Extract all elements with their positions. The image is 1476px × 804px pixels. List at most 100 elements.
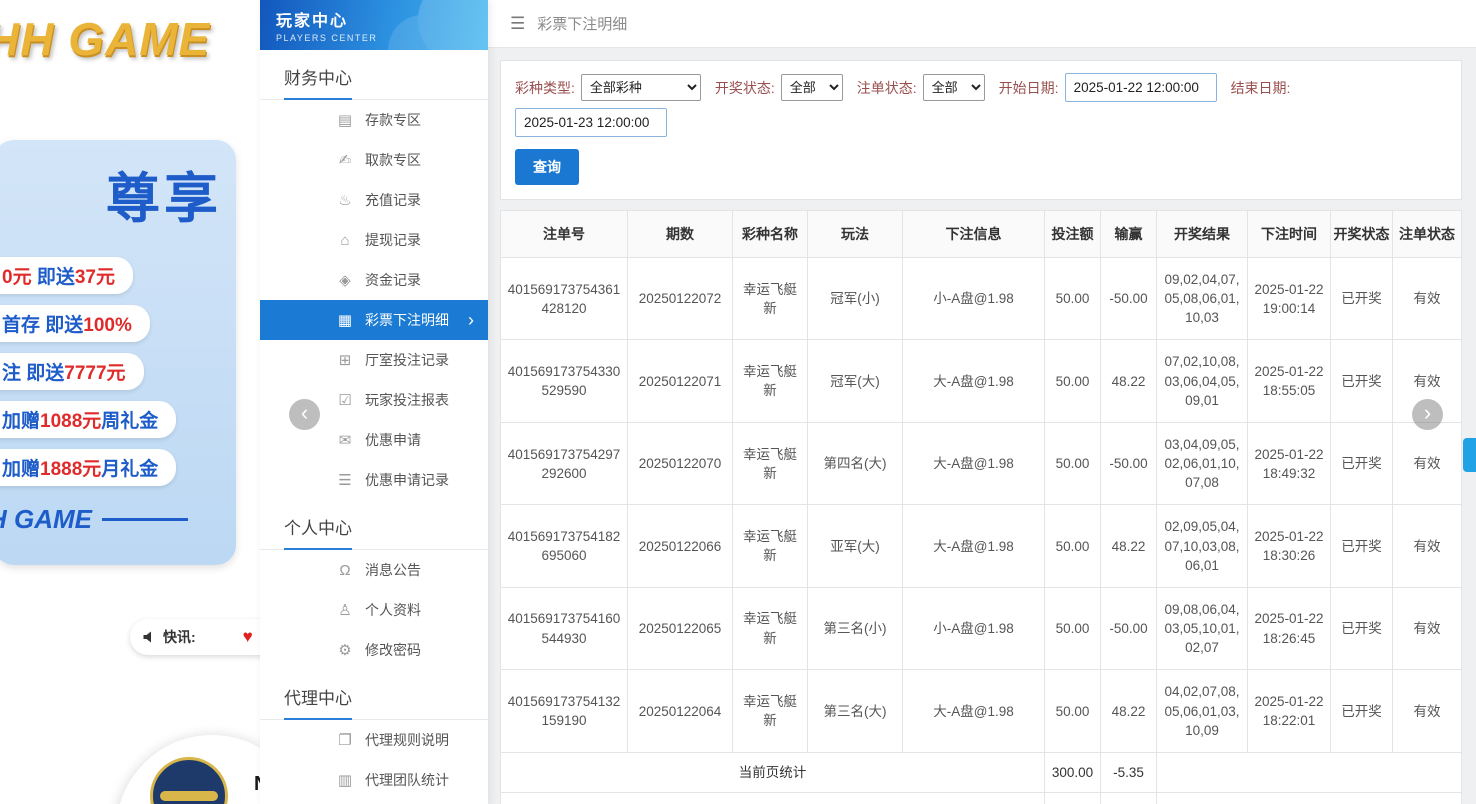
draw-status-label: 开奖状态: — [714, 79, 775, 96]
sidebar-item-hall-bet-record[interactable]: ⊞ 厅室投注记录 — [260, 340, 488, 380]
cell-draw_status: 已开奖 — [1330, 669, 1393, 753]
sidebar-item-label: 代理团队统计 — [365, 772, 449, 788]
lottery-type-select[interactable]: 全部彩种 — [580, 74, 701, 101]
summary-winloss: -5.35 — [1100, 791, 1157, 804]
cell-info: 小-A盘@1.98 — [902, 256, 1045, 341]
cell-time: 2025-01-22 18:26:45 — [1247, 586, 1331, 671]
cell-period: 20250122066 — [627, 504, 733, 588]
column-header: 开奖状态 — [1330, 210, 1393, 258]
change-password-icon: ⚙ — [338, 642, 352, 659]
sidebar-item-change-password[interactable]: ⚙ 修改密码 — [260, 630, 488, 670]
cell-period: 20250122071 — [627, 339, 733, 423]
cell-lottery: 幸运飞艇新 — [732, 669, 808, 753]
sidebar-item-message-announcement[interactable]: Ω 消息公告 — [260, 550, 488, 590]
cell-bet_no: 401569173754182695060 — [500, 504, 628, 588]
cell-time: 2025-01-22 18:49:32 — [1247, 421, 1331, 506]
site-logo: HH GAME — [0, 13, 211, 65]
promo-pill: 注 即送7777元 — [0, 353, 144, 390]
recharge-record-icon: ♨ — [338, 192, 352, 209]
summary-winloss: -5.35 — [1100, 751, 1157, 793]
sidebar-item-label: 个人资料 — [365, 602, 421, 618]
column-header: 下注信息 — [902, 210, 1045, 258]
cell-bet_status: 有效 — [1392, 504, 1462, 588]
agent-team-stats-icon: ▥ — [337, 772, 353, 789]
sidebar-item-recharge-record[interactable]: ♨ 充值记录 — [260, 180, 488, 220]
team-logo-icon — [150, 757, 228, 804]
sidebar-subtitle: PLAYERS CENTER — [276, 33, 378, 43]
cell-lottery: 幸运飞艇新 — [732, 256, 808, 341]
end-date-input[interactable] — [515, 108, 667, 137]
agent-rules-icon: ❐ — [338, 732, 352, 749]
sidebar-section-title: 代理中心 — [260, 670, 488, 720]
promo-pill-list: 0元 即送37元 首存 即送100% 注 即送7777元 加赠1088元周礼金 加赠18… — [0, 257, 236, 486]
lottery-type-label: 彩种类型: — [515, 79, 575, 96]
cell-winloss: 48.22 — [1100, 339, 1157, 423]
cell-period: 20250122065 — [627, 586, 733, 671]
sidebar-item-lottery-bet-detail[interactable]: ▦ 彩票下注明细 › — [260, 300, 488, 340]
cell-play: 冠军(大) — [807, 339, 903, 423]
sidebar-header: 玩家中心 PLAYERS CENTER — [260, 0, 488, 50]
cell-result: 03,04,09,05,02,06,01,10,07,08 — [1156, 421, 1248, 506]
promo-pill: 0元 即送37元 — [0, 257, 133, 294]
sidebar-item-withdraw[interactable]: ✍ 取款专区 — [260, 140, 488, 180]
sidebar-item-agent-rules[interactable]: ❐ 代理规则说明 — [260, 720, 488, 760]
sidebar-item-funds-record[interactable]: ◈ 资金记录 — [260, 260, 488, 300]
sidebar-item-agent-team-stats[interactable]: ▥ 代理团队统计 — [260, 760, 488, 800]
sidebar-item-withdrawal-record[interactable]: ⌂ 提现记录 — [260, 220, 488, 260]
carousel-prev-button[interactable]: ‹ — [289, 399, 320, 430]
sidebar-item-profile[interactable]: ♙ 个人资料 — [260, 590, 488, 630]
menu-toggle-icon[interactable]: ☰ — [510, 14, 525, 34]
cell-play: 亚军(大) — [807, 504, 903, 588]
query-button[interactable]: 查询 — [515, 149, 579, 185]
column-header: 下注时间 — [1247, 210, 1331, 258]
cell-info: 大-A盘@1.98 — [902, 339, 1045, 423]
summary-label: 当前页统计 — [500, 751, 1045, 793]
draw-status-select[interactable]: 全部 — [780, 74, 843, 101]
cell-info: 小-A盘@1.98 — [902, 586, 1045, 671]
cell-amount: 50.00 — [1044, 256, 1101, 341]
topbar: ☰ 彩票下注明细 — [488, 0, 1476, 48]
cell-bet_status: 有效 — [1392, 421, 1462, 506]
lottery-bet-detail-icon: ▦ — [337, 312, 353, 329]
sidebar-title: 玩家中心 — [276, 13, 349, 30]
cell-result: 09,02,04,07,05,08,06,01,10,03 — [1156, 256, 1248, 341]
sidebar-item-label: 优惠申请 — [365, 432, 421, 448]
ticker-label: 快讯: — [163, 629, 196, 645]
cell-draw_status: 已开奖 — [1330, 504, 1393, 588]
column-header: 投注额 — [1044, 210, 1101, 258]
team-badge: NE — [116, 735, 260, 804]
bet-table: 注单号 期数 彩种名称 玩法 下注信息 投注额 输赢 开奖结果 下注时间 开奖状态 注单状态 401… — [500, 210, 1462, 804]
floating-service-button[interactable] — [1463, 438, 1476, 472]
sidebar-item-label: 厅室投注记录 — [365, 352, 449, 368]
start-date-input[interactable] — [1064, 73, 1217, 102]
bet-status-select[interactable]: 全部 — [922, 74, 985, 101]
carousel-next-button[interactable]: › — [1412, 399, 1443, 430]
withdraw-icon: ✍ — [338, 152, 352, 169]
cell-winloss: -50.00 — [1100, 421, 1157, 506]
summary-row: 当前页统计 300.00 -5.35 — [500, 751, 1462, 793]
column-header: 彩种名称 — [732, 210, 808, 258]
cell-period: 20250122064 — [627, 669, 733, 753]
cell-winloss: 48.22 — [1100, 504, 1157, 588]
start-date-label: 开始日期: — [998, 79, 1059, 96]
cell-time: 2025-01-22 18:55:05 — [1247, 339, 1331, 423]
cell-winloss: 48.22 — [1100, 669, 1157, 753]
cell-bet_no: 401569173754361428120 — [500, 256, 628, 341]
sidebar-item-label: 优惠申请记录 — [365, 472, 449, 488]
sidebar-item-label: 存款专区 — [365, 112, 421, 128]
filter-panel: 彩种类型: 全部彩种 开奖状态: 全部 注单状态: 全部 开始日期: 结束日期:… — [500, 60, 1462, 200]
table-row: 401569173754330529590 20250122071 幸运飞艇新 冠军(… — [500, 339, 1462, 423]
cell-amount: 50.00 — [1044, 421, 1101, 506]
sidebar-item-label: 彩票下注明细 — [365, 312, 449, 328]
speaker-icon — [143, 631, 151, 643]
table-header-row: 注单号 期数 彩种名称 玩法 下注信息 投注额 输赢 开奖结果 下注时间 开奖状态 注单状态 — [500, 210, 1462, 258]
cell-winloss: -50.00 — [1100, 586, 1157, 671]
column-header: 输赢 — [1100, 210, 1157, 258]
heart-icon: ♥ — [242, 627, 253, 646]
sidebar-item-promo-apply-record[interactable]: ☰ 优惠申请记录 — [260, 460, 488, 500]
player-bet-report-icon: ☑ — [338, 392, 352, 409]
page-title: 彩票下注明细 — [537, 16, 628, 33]
end-date-label: 结束日期: — [1230, 79, 1291, 96]
cell-time: 2025-01-22 19:00:14 — [1247, 256, 1331, 341]
sidebar-item-deposit[interactable]: ▤ 存款专区 — [260, 100, 488, 140]
